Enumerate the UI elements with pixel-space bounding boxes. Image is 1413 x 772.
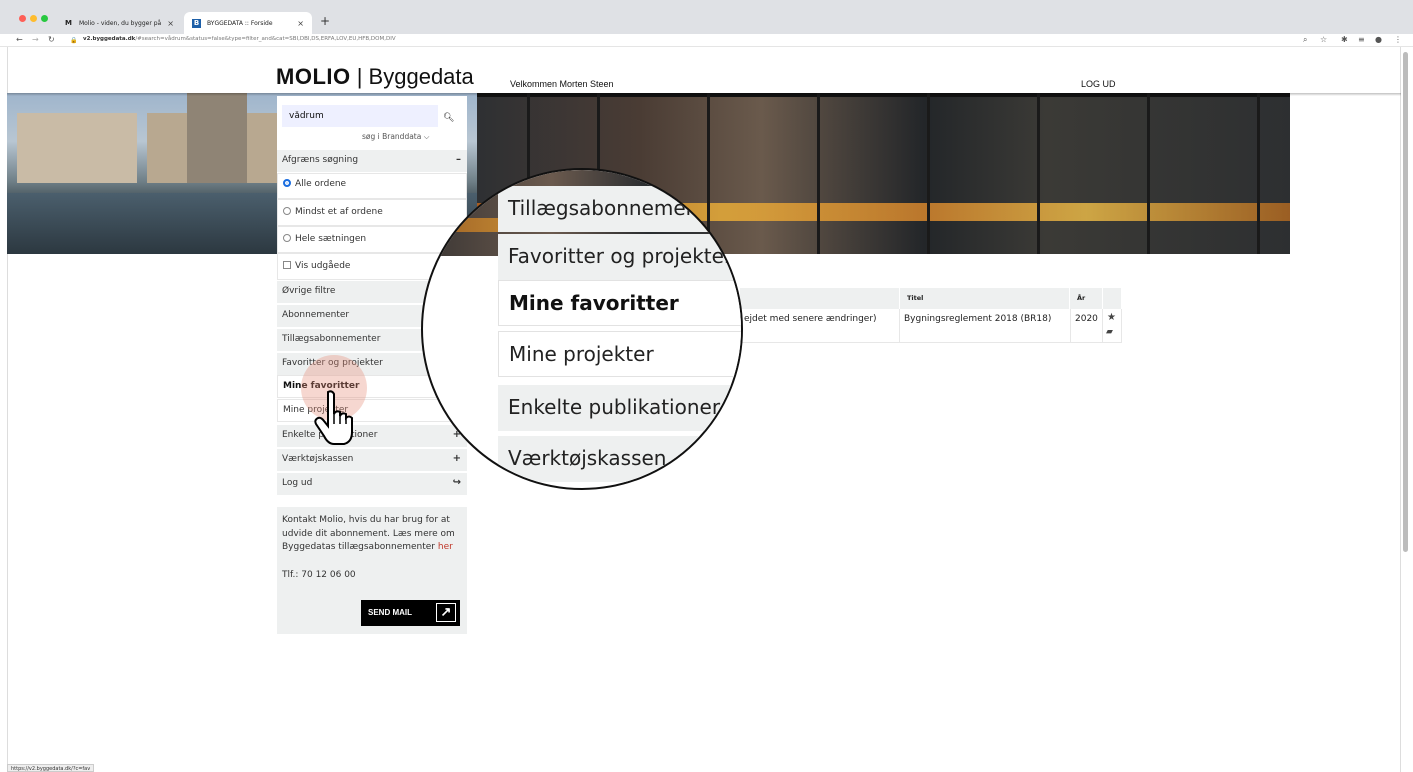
- byggedata-favicon-icon: B: [192, 18, 201, 28]
- zoom-icon[interactable]: ⌕: [1303, 35, 1307, 45]
- maximize-window-button[interactable]: [41, 15, 48, 22]
- result-description-cell[interactable]: ejdet med senere ændringer): [740, 309, 900, 343]
- welcome-text: Velkommen Morten Steen: [510, 79, 614, 89]
- phone-number: Tlf.: 70 12 06 00: [282, 570, 356, 580]
- contact-text: Kontakt Molio, hvis du har brug for at u…: [282, 515, 455, 552]
- checkbox-icon[interactable]: [283, 261, 291, 269]
- refine-label: Afgræns søgning: [282, 155, 359, 165]
- extensions-icon[interactable]: ✱: [1341, 35, 1348, 44]
- header-divider: [7, 93, 1401, 96]
- collapse-icon[interactable]: –: [456, 154, 461, 165]
- status-url-tooltip: https://v2.byggedata.dk/?c=fav: [7, 764, 95, 772]
- magnified-item-addon-subscriptions: Tillægsabonnementer: [498, 186, 741, 232]
- profile-avatar-icon[interactable]: ●: [1375, 35, 1382, 44]
- radio-label: Hele sætningen: [295, 234, 367, 244]
- tab-byggedata[interactable]: B BYGGEDATA :: Forside ×: [184, 12, 312, 34]
- molio-byggedata-logo[interactable]: MOLIO | Byggedata: [276, 64, 474, 90]
- result-year-cell: 2020: [1070, 309, 1103, 343]
- back-icon[interactable]: ←: [16, 35, 23, 44]
- logout-link[interactable]: LOG UD: [1081, 79, 1116, 89]
- sidebar-item-logout[interactable]: Log ud ↪: [277, 473, 467, 496]
- page-scrollbar[interactable]: [1403, 52, 1408, 552]
- tab-label: Molio - viden, du bygger på: [79, 19, 162, 27]
- url-domain: v2.byggedata.dk: [83, 36, 136, 42]
- search-input[interactable]: [282, 105, 438, 127]
- tab-molio[interactable]: M Molio - viden, du bygger på ×: [56, 12, 182, 34]
- menu-icon[interactable]: ⋮: [1394, 35, 1402, 44]
- lock-icon: 🔒: [70, 37, 78, 44]
- search-icon[interactable]: 🔍︎: [443, 113, 454, 123]
- sidebar-item-single-publications[interactable]: Enkelte publikationer+: [277, 425, 467, 448]
- reload-icon[interactable]: ↻: [48, 35, 55, 44]
- send-mail-button[interactable]: SEND MAIL ↗: [361, 600, 460, 626]
- radio-label: Mindst et af ordene: [295, 207, 383, 217]
- favorite-star-icon[interactable]: ★: [1107, 312, 1116, 323]
- radio-label: Alle ordene: [295, 179, 347, 189]
- close-tab-icon[interactable]: ×: [167, 19, 174, 28]
- search-scope-dropdown[interactable]: søg i Branddata ⌵: [362, 132, 429, 142]
- expand-icon: +: [452, 453, 461, 464]
- radio-icon[interactable]: [283, 234, 291, 242]
- close-window-button[interactable]: [19, 15, 26, 22]
- magnifier-callout: Tillægsabonnementer Favoritter og projek…: [421, 168, 743, 490]
- checkbox-label: Vis udgåede: [295, 261, 351, 271]
- result-title-cell[interactable]: Bygningsreglement 2018 (BR18): [899, 309, 1071, 343]
- hand-pointer-cursor-icon: [314, 390, 353, 445]
- radio-checked-icon[interactable]: [283, 179, 291, 187]
- magnified-item-single-publications: Enkelte publikationer: [498, 385, 741, 431]
- table-header-year[interactable]: År: [1070, 288, 1103, 309]
- contact-link[interactable]: her: [438, 542, 453, 552]
- magnified-item-favorites-projects: Favoritter og projekter: [498, 234, 741, 280]
- logout-icon: ↪: [452, 477, 461, 488]
- magnified-item-toolbox: Værktøjskassen: [498, 436, 741, 482]
- magnified-item-my-favorites: Mine favoritter: [498, 280, 741, 326]
- radio-icon[interactable]: [283, 207, 291, 215]
- table-header-title[interactable]: Titel: [900, 288, 1070, 309]
- forward-icon[interactable]: →: [32, 35, 39, 44]
- minimize-window-button[interactable]: [30, 15, 37, 22]
- url-text[interactable]: v2.byggedata.dk/#search=vådrum&status=fa…: [83, 36, 396, 42]
- bookmark-star-icon[interactable]: ☆: [1320, 35, 1327, 44]
- url-path: /#search=vådrum&status=false&type=filter…: [135, 36, 396, 42]
- tab-label: BYGGEDATA :: Forside: [207, 19, 273, 27]
- magnified-item-my-projects: Mine projekter: [498, 331, 741, 377]
- reading-list-icon[interactable]: ≡: [1358, 35, 1365, 44]
- close-tab-icon[interactable]: ×: [297, 19, 304, 28]
- table-header-actions: [1103, 288, 1122, 309]
- folder-open-icon[interactable]: ▰: [1106, 327, 1113, 337]
- sidebar-item-toolbox[interactable]: Værktøjskassen +: [277, 449, 467, 472]
- external-arrow-icon: ↗: [436, 603, 456, 622]
- molio-favicon-icon: M: [65, 19, 72, 27]
- new-tab-button[interactable]: +: [320, 14, 330, 28]
- table-header-description: [740, 288, 900, 309]
